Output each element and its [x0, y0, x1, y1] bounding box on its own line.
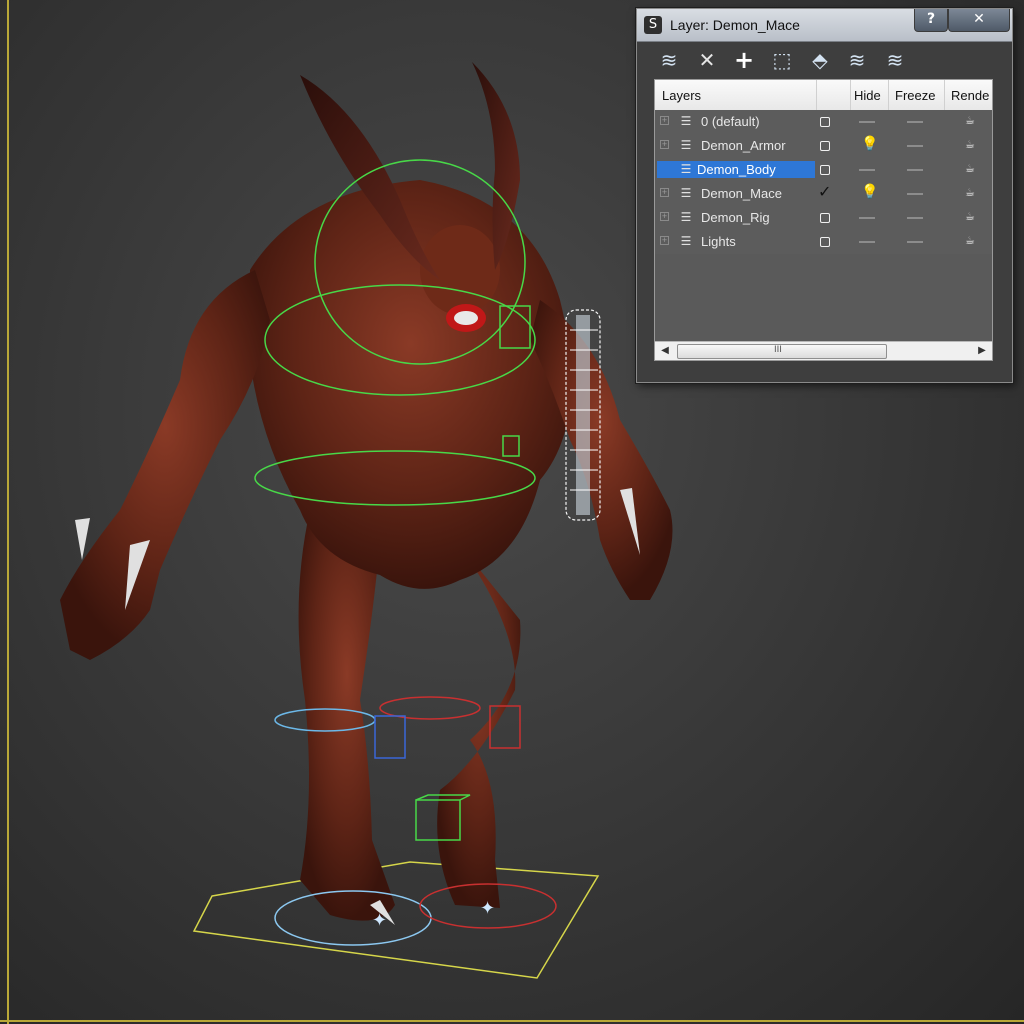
layer-dialog: S Layer: Demon_Mace ? ✕ ≋ ✕ + ⬚ ⬘ ≋ ≋ La… — [636, 8, 1013, 383]
layer-name[interactable]: 0 (default) — [698, 113, 763, 130]
layer-stack-icon: ☰ — [680, 138, 692, 152]
expand-icon[interactable]: + — [660, 236, 669, 245]
freeze-toggle[interactable] — [907, 217, 923, 219]
horizontal-scrollbar[interactable]: ◀ III ▶ — [655, 341, 992, 360]
expand-icon[interactable]: + — [660, 116, 669, 125]
column-current[interactable] — [817, 80, 851, 110]
render-teapot-icon[interactable]: ☕ — [965, 186, 979, 199]
layer-row[interactable]: + ☰ Lights ☕ — [655, 230, 992, 254]
freeze-toggle[interactable] — [907, 241, 923, 243]
render-teapot-icon[interactable]: ☕ — [965, 138, 979, 151]
hide-toggle[interactable] — [859, 241, 875, 243]
column-hide[interactable]: Hide — [851, 80, 889, 110]
render-teapot-icon[interactable]: ☕ — [965, 162, 979, 175]
delete-layer-icon[interactable]: ✕ — [695, 49, 719, 71]
svg-text:✦: ✦ — [480, 898, 495, 919]
layer-stack-icon: ☰ — [680, 114, 692, 128]
hide-toggle[interactable] — [859, 169, 875, 171]
scroll-left-icon[interactable]: ◀ — [658, 344, 672, 358]
column-layers[interactable]: Layers — [655, 80, 817, 110]
expand-icon[interactable]: + — [660, 140, 669, 149]
layers-grid[interactable]: Layers Hide Freeze Rende + ☰ 0 (default)… — [654, 79, 993, 361]
current-layer-toggle[interactable] — [820, 141, 830, 151]
freeze-all-icon[interactable]: ≋ — [883, 49, 907, 71]
viewport-border — [0, 1020, 1024, 1022]
layer-name[interactable]: Demon_Mace — [698, 185, 785, 202]
freeze-toggle[interactable] — [907, 121, 923, 123]
layer-row[interactable]: + ☰ Demon_Mace ✓ 💡 ☕ — [655, 182, 992, 206]
hide-all-icon[interactable]: ≋ — [845, 49, 869, 71]
layer-row[interactable]: + Demon_Body ☰ ☕ — [655, 158, 992, 182]
ground-gizmo — [192, 861, 600, 979]
app-logo-icon: S — [644, 16, 662, 34]
layer-toolbar: ≋ ✕ + ⬚ ⬘ ≋ ≋ — [657, 47, 917, 73]
svg-text:✦: ✦ — [372, 910, 387, 931]
checkmark-icon[interactable]: ✓ — [818, 182, 831, 201]
scroll-thumb[interactable]: III — [677, 344, 887, 359]
lightbulb-icon[interactable]: 💡 — [861, 136, 878, 152]
grid-header: Layers Hide Freeze Rende — [655, 80, 992, 111]
select-objects-icon[interactable]: ⬚ — [770, 49, 794, 71]
layer-name[interactable]: Lights — [698, 233, 739, 250]
freeze-toggle[interactable] — [907, 193, 923, 195]
hide-toggle[interactable] — [859, 217, 875, 219]
hide-toggle[interactable] — [859, 121, 875, 123]
layer-stack-icon: ☰ — [680, 234, 692, 248]
current-layer-toggle[interactable] — [820, 117, 830, 127]
freeze-toggle[interactable] — [907, 169, 923, 171]
expand-icon[interactable]: + — [660, 188, 669, 197]
close-button[interactable]: ✕ — [948, 9, 1010, 32]
current-layer-toggle[interactable] — [820, 165, 830, 175]
create-layer-icon[interactable]: ≋ — [657, 49, 681, 71]
render-teapot-icon[interactable]: ☕ — [965, 234, 979, 247]
column-freeze[interactable]: Freeze — [889, 80, 945, 110]
layer-row[interactable]: + ☰ 0 (default) ☕ — [655, 110, 992, 134]
scroll-right-icon[interactable]: ▶ — [975, 344, 989, 358]
highlight-layer-icon[interactable]: ⬘ — [808, 49, 832, 71]
lightbulb-icon[interactable]: 💡 — [861, 184, 878, 200]
column-render[interactable]: Rende — [945, 80, 992, 110]
dialog-title: Layer: Demon_Mace — [670, 17, 800, 33]
scroll-grip: III — [774, 345, 782, 355]
help-button[interactable]: ? — [914, 9, 948, 32]
expand-icon[interactable]: + — [660, 212, 669, 221]
current-layer-toggle[interactable] — [820, 213, 830, 223]
render-teapot-icon[interactable]: ☕ — [965, 114, 979, 127]
current-layer-toggle[interactable] — [820, 237, 830, 247]
render-teapot-icon[interactable]: ☕ — [965, 210, 979, 223]
layer-row[interactable]: + ☰ Demon_Rig ☕ — [655, 206, 992, 230]
layer-name[interactable]: Demon_Rig — [698, 209, 773, 226]
freeze-toggle[interactable] — [907, 145, 923, 147]
add-to-layer-icon[interactable]: + — [732, 48, 756, 72]
layer-stack-icon: ☰ — [680, 186, 692, 200]
layer-stack-icon: ☰ — [680, 162, 692, 176]
layer-stack-icon: ☰ — [680, 210, 692, 224]
layer-name[interactable]: Demon_Armor — [698, 137, 789, 154]
viewport-border — [7, 0, 9, 1024]
left-arm — [60, 270, 270, 660]
layer-row[interactable]: + ☰ Demon_Armor 💡 ☕ — [655, 134, 992, 158]
dialog-titlebar[interactable]: S Layer: Demon_Mace ? ✕ — [637, 9, 1012, 42]
